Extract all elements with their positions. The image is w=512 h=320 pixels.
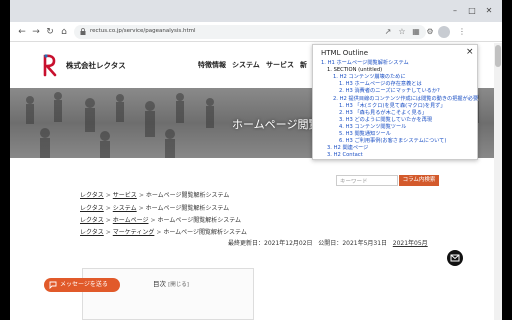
outline-item[interactable]: 5. H3 閲覧通知ツール: [339, 131, 391, 137]
breadcrumb-link[interactable]: レクタス: [80, 229, 104, 236]
send-message-button[interactable]: メッセージを送る: [44, 278, 120, 292]
published-label: 公開日：: [318, 240, 343, 247]
outline-item[interactable]: 1. H3 ホームページの存在意義とは: [339, 81, 422, 87]
breadcrumb-separator: >: [138, 192, 144, 199]
outline-item[interactable]: 3. H2 関連ページ: [327, 145, 368, 151]
mail-icon: [450, 254, 460, 262]
breadcrumb-link[interactable]: サービス: [113, 192, 137, 199]
breadcrumb-current: ホームページ閲覧解析システム: [145, 205, 230, 212]
updated-date: 2021年12月02日: [264, 240, 313, 247]
nav-item-more[interactable]: 新: [300, 60, 307, 70]
close-icon[interactable]: ✕: [484, 6, 494, 16]
breadcrumb-separator: >: [150, 217, 156, 224]
breadcrumb-link[interactable]: レクタス: [80, 192, 104, 199]
breadcrumb-separator: >: [105, 229, 111, 236]
send-message-label: メッセージを送る: [60, 281, 108, 288]
menu-dots-icon[interactable]: ⋮: [456, 26, 468, 38]
outline-item[interactable]: 6. H3 ご利用事例(お客さまシステムについて): [339, 138, 446, 144]
breadcrumb-link[interactable]: マーケティング: [113, 229, 155, 236]
extensions-puzzle-icon[interactable]: ⚙: [424, 26, 436, 38]
nav-item-service[interactable]: サービス: [266, 60, 294, 70]
maximize-icon[interactable]: □: [467, 6, 477, 16]
outline-item[interactable]: 1. SECTION (untitled): [327, 67, 382, 73]
logo-r-icon[interactable]: [42, 53, 58, 77]
breadcrumb-current: ホームページ閲覧解析システム: [157, 217, 242, 224]
reload-icon[interactable]: ↻: [44, 26, 56, 38]
title-bar: – □ ✕: [10, 0, 502, 22]
breadcrumb-link[interactable]: ホームページ: [113, 217, 149, 224]
share-icon[interactable]: ↗: [382, 26, 394, 38]
outline-item[interactable]: 1. H2 コンテンツ崩壊のために: [333, 74, 406, 80]
extension-icon[interactable]: ▦: [410, 26, 422, 38]
breadcrumb-separator: >: [105, 217, 111, 224]
breadcrumb-separator: >: [105, 192, 111, 199]
url-text: rectus.co.jp/service/pageanalysis.html: [90, 28, 196, 34]
published-date: 2021年5月31日: [342, 240, 388, 247]
forward-icon[interactable]: →: [30, 26, 42, 38]
breadcrumb-current: ホームページ閲覧解析システム: [145, 192, 230, 199]
breadcrumb-link[interactable]: システム: [113, 205, 137, 212]
scrollbar-thumb[interactable]: [495, 45, 501, 67]
outline-item[interactable]: 2. H2 提供目線のコンテンツ作成には閲覧の動きの把握が必要: [333, 96, 478, 102]
nav-item-features[interactable]: 特徴情報: [198, 60, 226, 70]
keyword-search-input[interactable]: キーワード: [336, 175, 398, 186]
outline-item[interactable]: 1. H1 ホームページ閲覧解析システム: [321, 60, 409, 66]
browser-window: – □ ✕ ← → ↻ ⌂ rectus.co.jp/service/pagea…: [10, 0, 502, 320]
breadcrumb-link[interactable]: レクタス: [80, 205, 104, 212]
article-dates: 最終更新日：2021年12月02日 公開日：2021年5月31日 2021年05…: [228, 238, 428, 247]
breadcrumb-separator: >: [156, 229, 162, 236]
close-icon[interactable]: ×: [466, 47, 474, 57]
chat-bubble-icon: [49, 281, 57, 289]
breadcrumb: レクタス > ホームページ > ホームページ閲覧解析システム: [80, 215, 241, 224]
home-icon[interactable]: ⌂: [58, 26, 70, 38]
lock-icon: [80, 28, 86, 35]
outline-item[interactable]: 3. H2 Contact: [327, 152, 363, 158]
profile-avatar[interactable]: [438, 26, 450, 38]
outline-item[interactable]: 2. H3 「森も見るが木こそよく見る」: [339, 110, 427, 116]
table-of-contents: 目次 [開じる]: [82, 268, 254, 320]
toc-title: 目次: [153, 280, 166, 288]
updated-label: 最終更新日：: [228, 240, 265, 247]
toc-heading: 目次 [開じる]: [153, 278, 189, 288]
browser-toolbar: ← → ↻ ⌂ rectus.co.jp/service/pageanalysi…: [10, 22, 502, 42]
bookmark-star-icon[interactable]: ☆: [396, 26, 408, 38]
company-name[interactable]: 株式会社レクタス: [66, 60, 126, 71]
page-scrollbar[interactable]: [494, 43, 502, 320]
breadcrumb: レクタス > マーケティング > ホームページ閲覧解析システム: [80, 227, 247, 236]
column-search-button[interactable]: コラム内検索: [399, 175, 439, 186]
outline-item[interactable]: 4. H3 コンテンツ閲覧ツール: [339, 124, 406, 130]
breadcrumb: レクタス > システム > ホームページ閲覧解析システム: [80, 203, 229, 212]
nav-item-system[interactable]: システム: [232, 60, 260, 70]
outline-item[interactable]: 3. H3 どのように閲覧していたかを再現: [339, 117, 432, 123]
toc-toggle[interactable]: [開じる]: [168, 282, 189, 288]
breadcrumb-separator: >: [105, 205, 111, 212]
breadcrumb-link[interactable]: レクタス: [80, 217, 104, 224]
minimize-icon[interactable]: –: [450, 6, 460, 16]
breadcrumb-separator: >: [138, 205, 144, 212]
month-archive-link[interactable]: 2021年05月: [393, 240, 428, 247]
breadcrumb-current: ホームページ閲覧解析システム: [163, 229, 247, 236]
outline-title: HTML Outline: [321, 49, 369, 57]
outline-item[interactable]: 1. H3 「木(ミクロ)を見て森(マクロ)を見ず」: [339, 103, 446, 109]
back-icon[interactable]: ←: [16, 26, 28, 38]
outline-item[interactable]: 2. H3 消費者のニーズにマッチしているか?: [339, 88, 440, 94]
html-outline-panel: HTML Outline × 1. H1 ホームページ閲覧解析システム 1. SE…: [312, 44, 478, 160]
mail-button[interactable]: [447, 250, 463, 266]
address-bar[interactable]: rectus.co.jp/service/pageanalysis.html: [74, 25, 426, 39]
breadcrumb: レクタス > サービス > ホームページ閲覧解析システム: [80, 190, 229, 199]
